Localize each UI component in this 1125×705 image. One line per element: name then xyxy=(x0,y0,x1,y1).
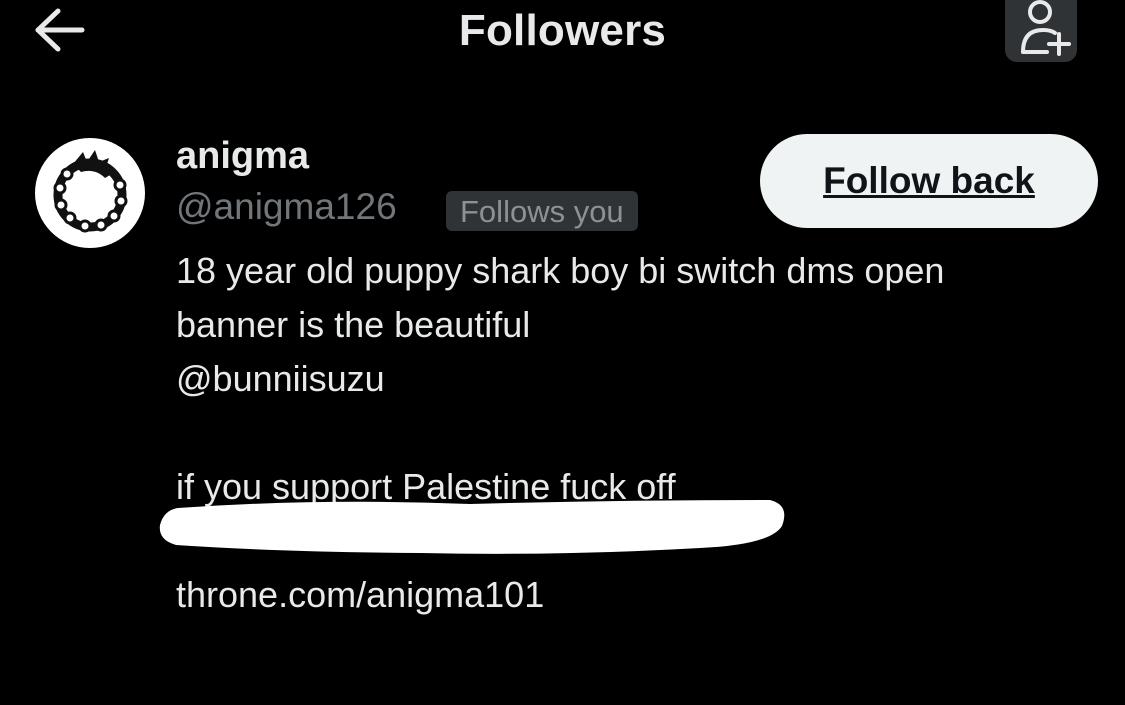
bio-line-4: if you support Palestine fuck off xyxy=(176,466,676,507)
avatar[interactable] xyxy=(35,138,145,248)
person-plus-icon xyxy=(1021,0,1071,56)
follows-you-badge: Follows you xyxy=(446,191,638,231)
follower-display-name[interactable]: anigma xyxy=(176,135,309,178)
page-title: Followers xyxy=(458,6,667,55)
bio-website-link[interactable]: throne.com/anigma101 xyxy=(176,574,544,616)
bio-line-1: 18 year old puppy shark boy bi switch dm… xyxy=(176,250,945,291)
white-scribble-mark xyxy=(159,500,785,554)
top-bar: Followers xyxy=(0,0,1125,70)
bio-line-2: banner is the beautiful xyxy=(176,304,531,345)
follower-handle[interactable]: @anigma126 xyxy=(176,186,397,228)
add-follower-button[interactable] xyxy=(1005,0,1077,62)
ouroboros-emblem-icon xyxy=(53,150,128,233)
bio-mention-link[interactable]: @bunniisuzu xyxy=(176,358,385,400)
follow-back-button[interactable]: Follow back xyxy=(760,134,1098,228)
